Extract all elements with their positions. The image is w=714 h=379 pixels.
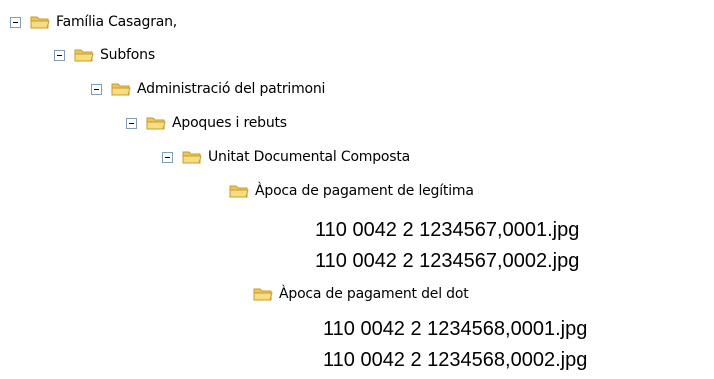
tree-node-apoca-dot[interactable]: Àpoca de pagament del dot	[253, 284, 469, 304]
folder-open-icon	[182, 151, 202, 164]
tree-node-subfons[interactable]: Subfons	[54, 45, 155, 65]
tree-node-label: Àpoca de pagament del dot	[279, 286, 469, 302]
collapse-toggle-icon[interactable]	[91, 83, 102, 95]
folder-icon	[253, 288, 273, 301]
collapse-toggle-icon[interactable]	[162, 151, 173, 163]
folder-open-icon	[111, 83, 131, 96]
file-item[interactable]: 110 0042 2 1234567,0002.jpg	[315, 249, 579, 273]
folder-open-icon	[74, 49, 94, 62]
tree-node-apoca-legitima[interactable]: Àpoca de pagament de legítima	[229, 181, 474, 201]
collapse-toggle-icon[interactable]	[54, 49, 65, 61]
folder-icon	[229, 185, 249, 198]
collapse-toggle-icon[interactable]	[10, 16, 21, 28]
file-item[interactable]: 110 0042 2 1234568,0002.jpg	[323, 348, 587, 372]
tree-node-label: Subfons	[100, 47, 155, 63]
folder-open-icon	[30, 16, 50, 29]
tree-node-apoques[interactable]: Apoques i rebuts	[126, 113, 287, 133]
tree-node-familia-casagran[interactable]: Família Casagran,	[10, 12, 177, 32]
tree-node-label: Administració del patrimoni	[137, 81, 326, 97]
tree-node-label: Àpoca de pagament de legítima	[255, 183, 474, 199]
tree-node-label: Unitat Documental Composta	[208, 149, 411, 165]
collapse-toggle-icon[interactable]	[126, 117, 137, 129]
tree-node-unitat[interactable]: Unitat Documental Composta	[162, 147, 410, 167]
file-item[interactable]: 110 0042 2 1234568,0001.jpg	[323, 317, 587, 341]
tree-node-label: Família Casagran,	[56, 14, 178, 30]
folder-open-icon	[146, 117, 166, 130]
file-item[interactable]: 110 0042 2 1234567,0001.jpg	[315, 218, 579, 242]
tree-node-administracio[interactable]: Administració del patrimoni	[91, 79, 325, 99]
tree-node-label: Apoques i rebuts	[172, 115, 287, 131]
